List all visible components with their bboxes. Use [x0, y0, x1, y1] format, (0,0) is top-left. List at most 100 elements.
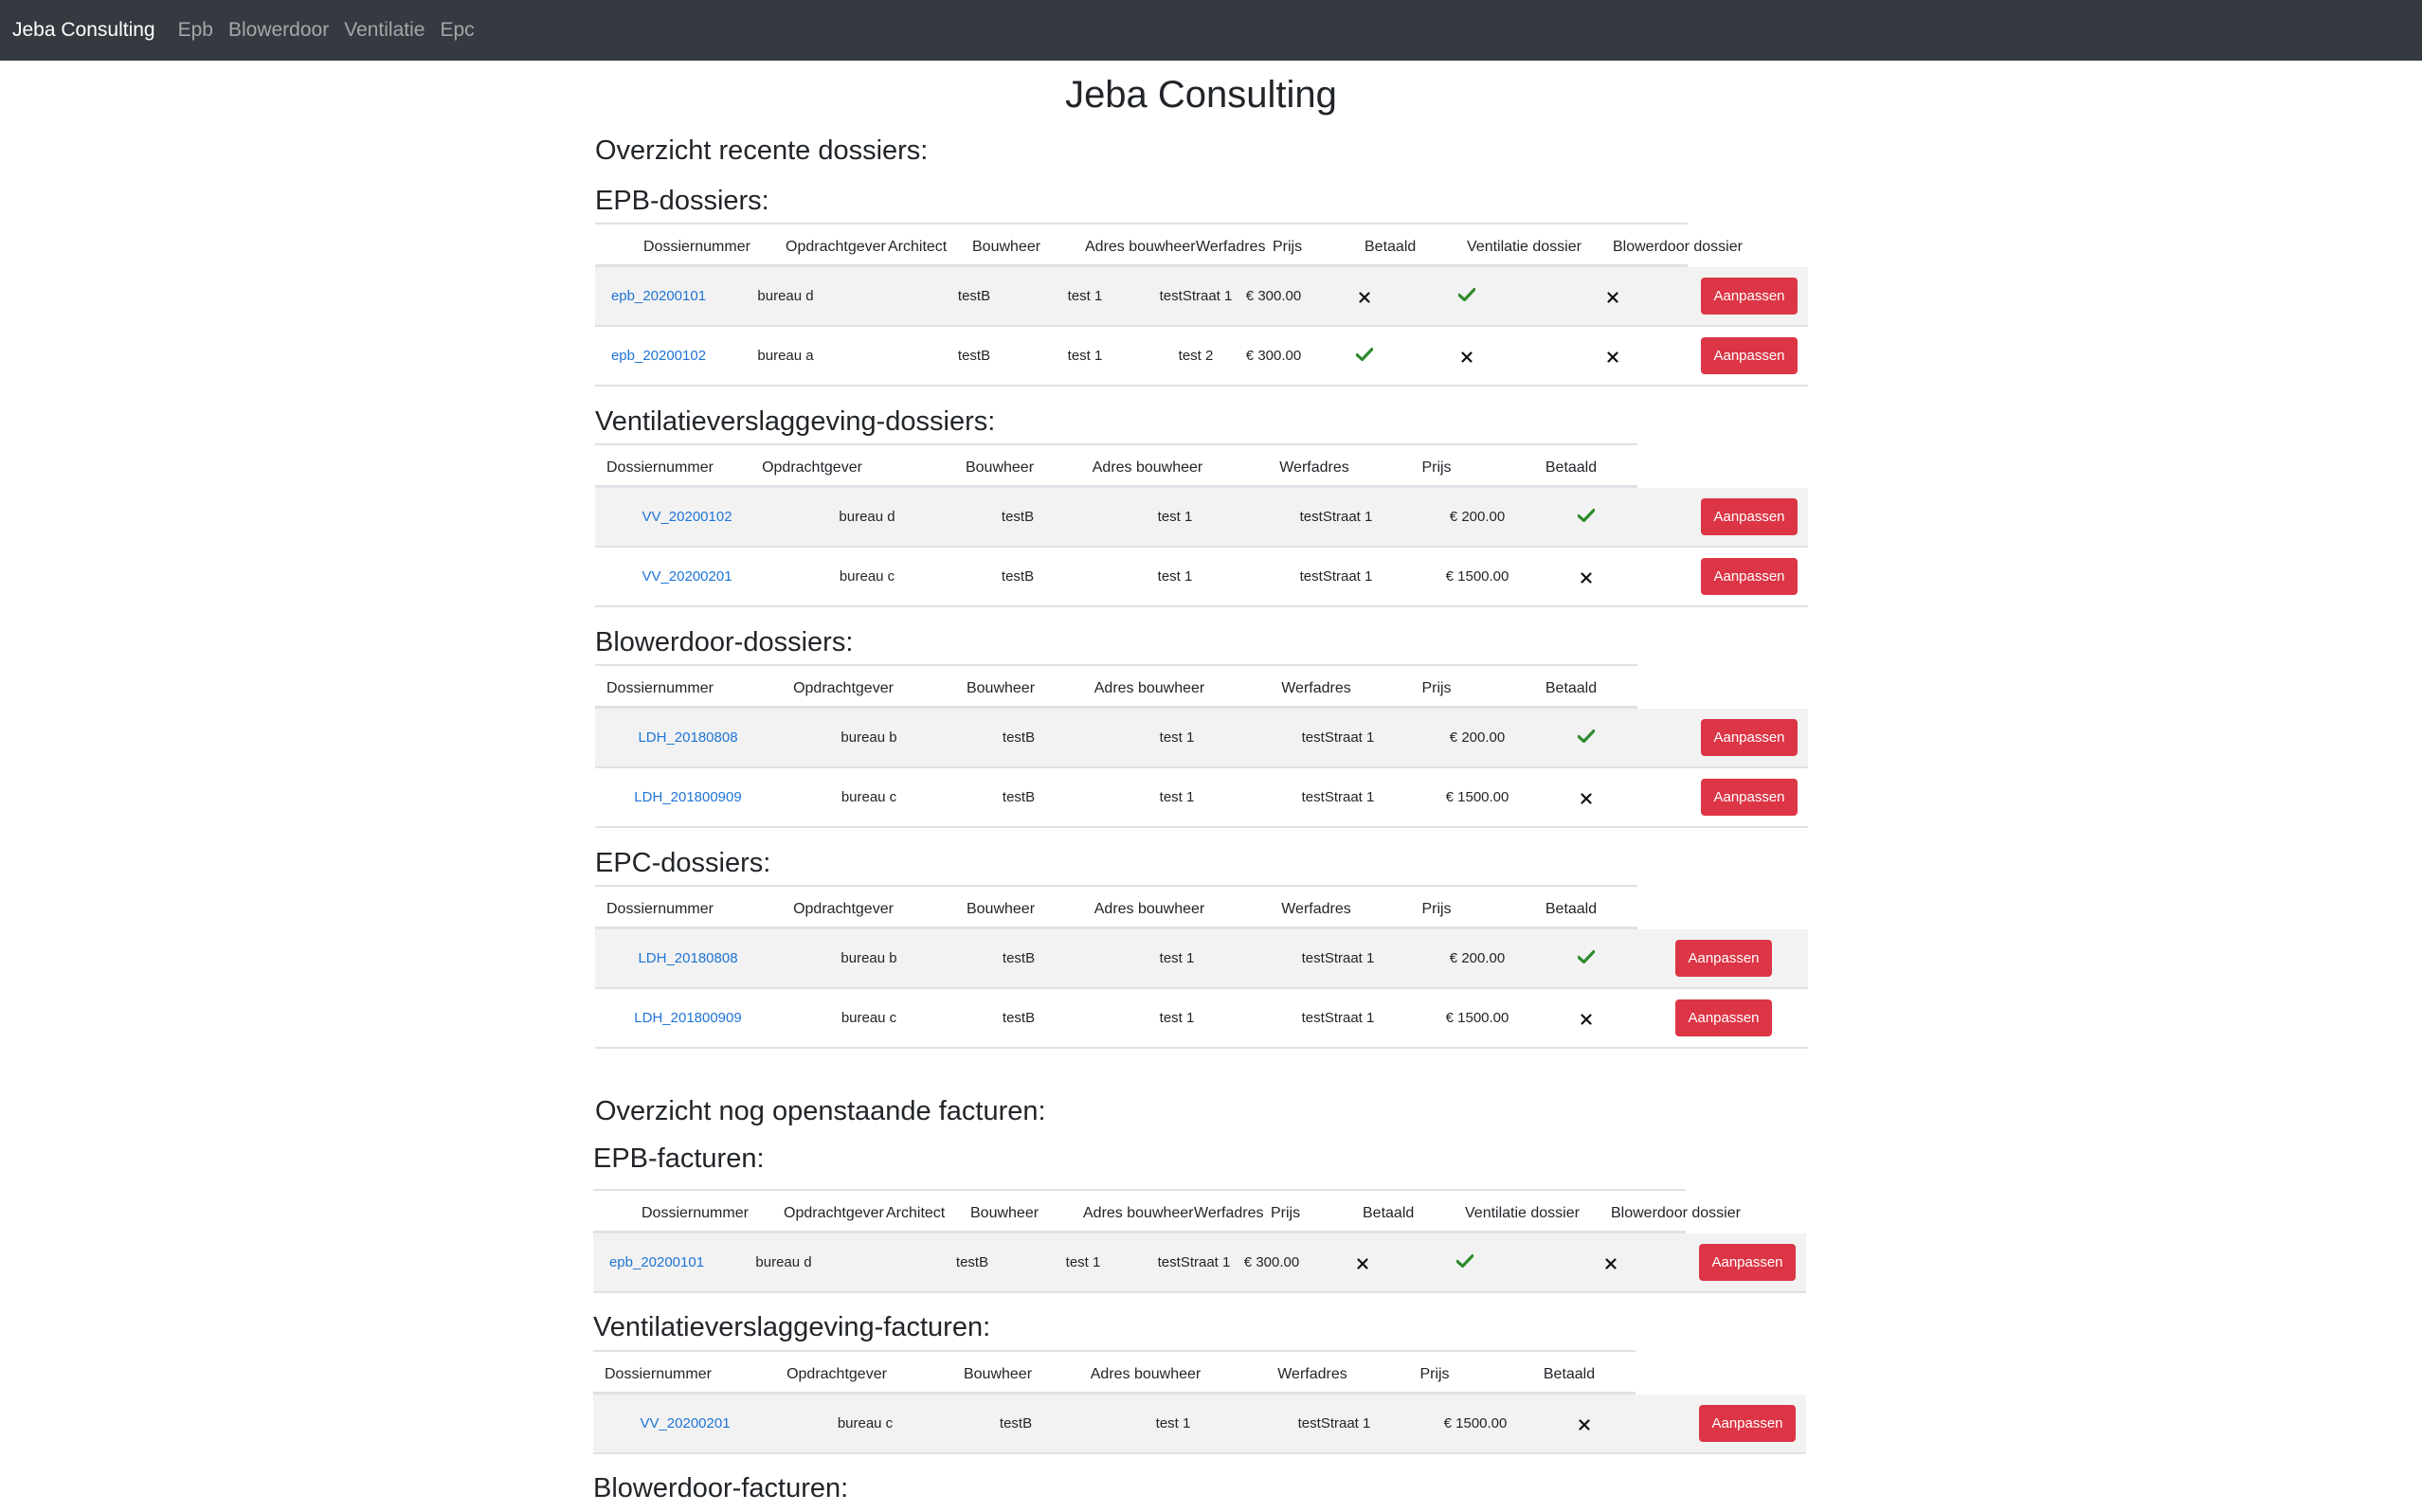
column-header-adres-bouwheer: Adres bouwheer: [1090, 1366, 1202, 1382]
edit-button[interactable]: Aanpassen: [1699, 1405, 1796, 1442]
cell-werfadres: testStraat 1: [1159, 288, 1233, 304]
nav-link-epc[interactable]: Epc: [440, 19, 474, 42]
column-header-prijs: Prijs: [1421, 459, 1452, 476]
column-header-prijs: Prijs: [1421, 680, 1452, 696]
column-header-adres-bouwheer: Adres bouwheer: [1094, 680, 1205, 696]
nav-link-blowerdoor[interactable]: Blowerdoor: [228, 19, 329, 42]
column-header-opdrachtgever: Opdrachtgever: [793, 680, 894, 696]
column-header-dossiernummer: Dossiernummer: [642, 1205, 749, 1221]
cell-werfadres: testStraat 1: [1299, 568, 1373, 585]
table-row: VV_20200201 bureau c testB test 1 testStraat…: [595, 548, 1808, 607]
dossier-link[interactable]: VV_20200102: [642, 509, 732, 525]
column-header-prijs: Prijs: [1421, 901, 1452, 917]
dossier-link[interactable]: epb_20200102: [611, 348, 706, 364]
table-header: Dossiernummer Opdrachtgever Bouwheer Adres …: [593, 1350, 1636, 1395]
cell-werfadres: testStraat 1: [1157, 1254, 1231, 1270]
column-header-adres-bouwheer: Adres bouwheer: [1094, 901, 1205, 917]
cell-adres-bouwheer: test 1: [1159, 1010, 1195, 1026]
cell-opdrachtgever: bureau c: [839, 568, 895, 585]
edit-button[interactable]: Aanpassen: [1701, 337, 1798, 374]
cell-adres-bouwheer: test 1: [1157, 509, 1193, 525]
table-row: VV_20200102 bureau d testB test 1 testStraat…: [595, 488, 1808, 548]
column-header-prijs: Prijs: [1273, 239, 1303, 255]
cross-icon: [1461, 351, 1473, 368]
check-icon: [1455, 1253, 1474, 1272]
cell-prijs: € 200.00: [1449, 950, 1506, 966]
cell-prijs: € 1500.00: [1445, 789, 1509, 805]
column-header-prijs: Prijs: [1419, 1366, 1450, 1382]
check-icon: [1577, 729, 1596, 747]
column-header-dossiernummer: Dossiernummer: [606, 459, 714, 476]
column-header-betaald: Betaald: [1543, 1366, 1596, 1382]
section-heading-blowerdoor-facturen: Blowerdoor-facturen:: [593, 1473, 849, 1503]
dossier-link[interactable]: LDH_201800909: [634, 789, 741, 805]
column-header-adres-bouwheer: Adres bouwheer: [1083, 1205, 1194, 1221]
column-header-prijs: Prijs: [1271, 1205, 1301, 1221]
cell-bouwheer: testB: [1002, 950, 1036, 966]
column-header-opdrachtgever: Opdrachtgever: [786, 239, 886, 255]
cell-bouwheer: testB: [955, 1254, 989, 1270]
cell-opdrachtgever: bureau d: [839, 509, 895, 525]
navbar-brand[interactable]: Jeba Consulting: [12, 19, 155, 42]
dossier-link[interactable]: VV_20200201: [642, 568, 732, 585]
cell-prijs: € 1500.00: [1445, 568, 1509, 585]
dossier-link[interactable]: epb_20200101: [611, 288, 706, 304]
cross-icon: [1357, 1257, 1368, 1274]
table-row: LDH_20180808 bureau b testB test 1 testStraa…: [595, 929, 1808, 989]
cell-adres-bouwheer: test 1: [1065, 1254, 1101, 1270]
cell-adres-bouwheer: test 1: [1157, 568, 1193, 585]
nav-link-ventilatie[interactable]: Ventilatie: [344, 19, 425, 42]
column-header-dossiernummer: Dossiernummer: [606, 680, 714, 696]
column-header-opdrachtgever: Opdrachtgever: [793, 901, 894, 917]
cell-adres-bouwheer: test 1: [1067, 288, 1103, 304]
cell-werfadres: testStraat 1: [1301, 789, 1375, 805]
section-heading-epb-facturen: EPB-facturen:: [593, 1143, 765, 1174]
section-heading-epc-dossiers: EPC-dossiers:: [595, 848, 771, 878]
column-header-adres-bouwheer: Adres bouwheer: [1092, 459, 1203, 476]
nav-link-epb[interactable]: Epb: [178, 19, 213, 42]
column-header-architect: Architect: [886, 1205, 946, 1221]
check-icon: [1577, 508, 1596, 527]
edit-button[interactable]: Aanpassen: [1699, 1244, 1796, 1281]
edit-button[interactable]: Aanpassen: [1701, 719, 1798, 756]
column-header-ventilatie-dossier: Ventilatie dossier: [1465, 1205, 1580, 1221]
cross-icon: [1605, 1257, 1617, 1274]
column-header-bouwheer: Bouwheer: [963, 1366, 1033, 1382]
cell-werfadres: testStraat 1: [1297, 1415, 1371, 1431]
cell-prijs: € 200.00: [1449, 729, 1506, 746]
cross-icon: [1359, 291, 1370, 308]
table-row: epb_20200101 bureau d testB test 1 testStraa…: [595, 267, 1808, 327]
dossier-link[interactable]: LDH_20180808: [638, 950, 737, 966]
dossier-link[interactable]: LDH_201800909: [634, 1010, 741, 1026]
section-heading-blowerdoor-dossiers: Blowerdoor-dossiers:: [595, 627, 854, 657]
cell-bouwheer: testB: [999, 1415, 1033, 1431]
edit-button[interactable]: Aanpassen: [1701, 779, 1798, 816]
dossier-link[interactable]: LDH_20180808: [638, 729, 737, 746]
column-header-werfadres: Werfadres: [1194, 1205, 1264, 1221]
table-row: VV_20200201 bureau c testB test 1 testStraat…: [593, 1395, 1806, 1454]
cell-opdrachtgever: bureau b: [840, 729, 897, 746]
column-header-bouwheer: Bouwheer: [965, 459, 1035, 476]
edit-button[interactable]: Aanpassen: [1701, 498, 1798, 535]
edit-button[interactable]: Aanpassen: [1701, 558, 1798, 595]
edit-button[interactable]: Aanpassen: [1675, 999, 1772, 1036]
dossier-link[interactable]: VV_20200201: [640, 1415, 730, 1431]
section-heading-ventilatieverslaggeving-facturen: Ventilatieverslaggeving-facturen:: [593, 1312, 991, 1342]
cell-werfadres: testStraat 1: [1301, 729, 1375, 746]
cell-opdrachtgever: bureau c: [840, 1010, 897, 1026]
edit-button[interactable]: Aanpassen: [1675, 940, 1772, 977]
column-header-blowerdoor-dossier: Blowerdoor dossier: [1613, 239, 1743, 255]
cell-adres-bouwheer: test 1: [1155, 1415, 1191, 1431]
cell-adres-bouwheer: test 1: [1159, 950, 1195, 966]
cross-icon: [1579, 1418, 1590, 1435]
column-header-werfadres: Werfadres: [1277, 1366, 1347, 1382]
cell-bouwheer: testB: [957, 288, 991, 304]
edit-button[interactable]: Aanpassen: [1701, 278, 1798, 315]
dossier-link[interactable]: epb_20200101: [609, 1254, 704, 1270]
cell-werfadres: testStraat 1: [1301, 950, 1375, 966]
column-header-betaald: Betaald: [1545, 901, 1598, 917]
cell-opdrachtgever: bureau c: [837, 1415, 894, 1431]
column-header-bouwheer: Bouwheer: [972, 239, 1041, 255]
table-row: LDH_201800909 bureau c testB test 1 testStra…: [595, 989, 1808, 1049]
column-header-dossiernummer: Dossiernummer: [605, 1366, 712, 1382]
